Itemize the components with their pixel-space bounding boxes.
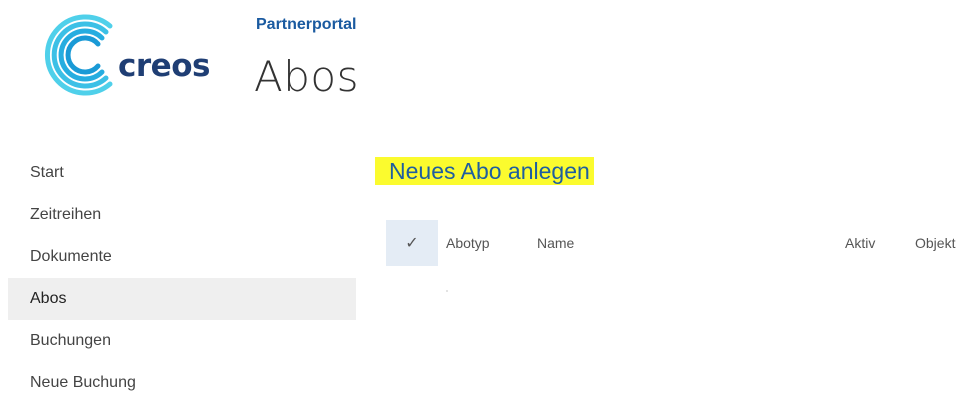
select-all-checkmark-icon[interactable]: ✓ bbox=[386, 220, 438, 266]
nav-item-abos[interactable]: Abos bbox=[8, 278, 356, 320]
empty-list-placeholder bbox=[446, 290, 448, 292]
creos-logo-icon bbox=[44, 14, 113, 96]
nav-item-dokumente[interactable]: Dokumente bbox=[8, 236, 356, 278]
column-header-objekt[interactable]: Objekt bbox=[915, 220, 955, 266]
page: creos Partnerportal Abos Start Zeitreihe… bbox=[0, 0, 971, 397]
new-abo-link[interactable]: Neues Abo anlegen bbox=[375, 157, 594, 185]
column-header-name[interactable]: Name bbox=[537, 220, 574, 266]
nav-item-start[interactable]: Start bbox=[8, 152, 356, 194]
nav-item-zeitreihen[interactable]: Zeitreihen bbox=[8, 194, 356, 236]
nav-item-buchungen[interactable]: Buchungen bbox=[8, 320, 356, 362]
logo-text: creos bbox=[118, 48, 210, 84]
column-header-abotyp[interactable]: Abotyp bbox=[446, 220, 490, 266]
list-header: ✓ Abotyp Name Aktiv Objekt bbox=[386, 220, 971, 266]
page-title: Abos bbox=[254, 52, 359, 101]
quick-launch-nav: Start Zeitreihen Dokumente Abos Buchunge… bbox=[8, 152, 356, 397]
site-title[interactable]: Partnerportal bbox=[256, 16, 356, 34]
column-header-aktiv[interactable]: Aktiv bbox=[845, 220, 875, 266]
creos-logo[interactable]: creos bbox=[30, 12, 230, 98]
nav-item-neue-buchung[interactable]: Neue Buchung bbox=[8, 362, 356, 397]
